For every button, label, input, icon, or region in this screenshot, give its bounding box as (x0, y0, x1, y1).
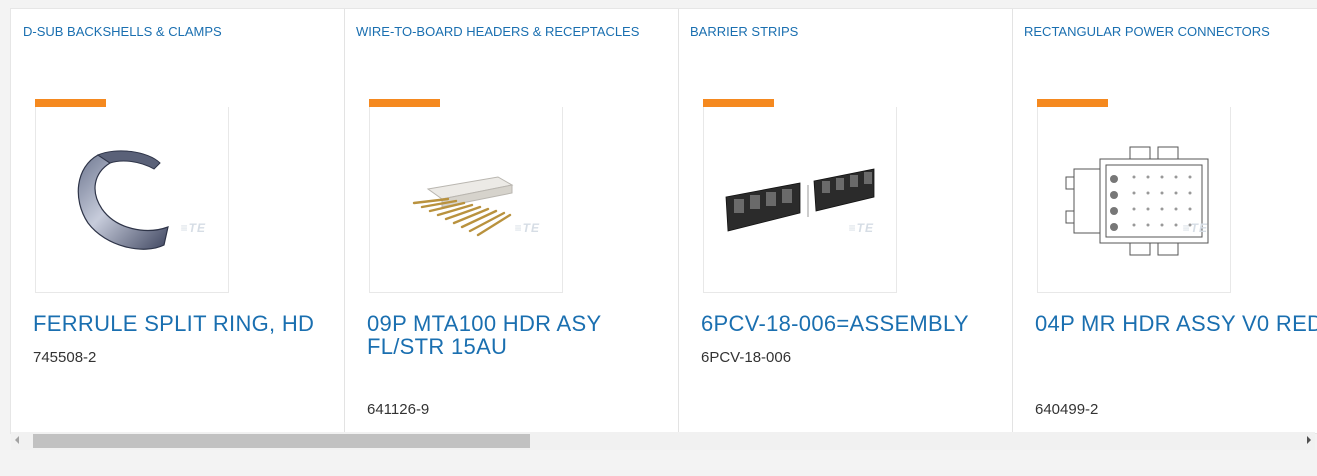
product-card[interactable]: WIRE-TO-BOARD HEADERS & RECEPTACLES ≡TE … (345, 9, 679, 433)
product-title-link[interactable]: FERRULE SPLIT RING, HD (33, 312, 343, 335)
accent-bar (703, 99, 774, 107)
product-image[interactable]: ≡TE (35, 107, 229, 293)
te-logo-watermark: ≡TE (180, 221, 206, 235)
part-number: 6PCV-18-006 (701, 349, 792, 366)
category-link[interactable]: RECTANGULAR POWER CONNECTORS (1024, 25, 1317, 39)
category-link[interactable]: WIRE-TO-BOARD HEADERS & RECEPTACLES (356, 25, 656, 39)
horizontal-scrollbar[interactable] (11, 432, 1315, 450)
product-image[interactable]: ≡TE (369, 107, 563, 293)
product-card[interactable]: BARRIER STRIPS ≡TE 6PCV-18-006=ASSEMBLY … (679, 9, 1013, 433)
accent-bar (369, 99, 440, 107)
product-image[interactable]: ≡TE (703, 107, 897, 293)
part-number: 640499-2 (1035, 401, 1099, 418)
scrollbar-thumb[interactable] (33, 434, 530, 448)
product-card[interactable]: D-SUB BACKSHELLS & CLAMPS ≡TE FERRULE SP… (11, 9, 345, 433)
product-title-link[interactable]: 6PCV-18-006=ASSEMBLY (701, 312, 1011, 335)
category-link[interactable]: D-SUB BACKSHELLS & CLAMPS (23, 25, 323, 39)
product-title-link[interactable]: 04P MR HDR ASSY V0 RED (1035, 312, 1317, 335)
accent-bar (1037, 99, 1108, 107)
barrier-strip-image (725, 168, 875, 232)
te-logo-watermark: ≡TE (1182, 221, 1208, 235)
product-image[interactable]: ≡TE (1037, 107, 1231, 293)
accent-bar (35, 99, 106, 107)
product-title-link[interactable]: 09P MTA100 HDR ASY FL/STR 15AU (367, 312, 677, 358)
power-connector-image (1065, 146, 1209, 256)
part-number: 745508-2 (33, 349, 97, 366)
part-number: 641126-9 (367, 401, 430, 418)
pin-header-image (412, 176, 514, 237)
ferrule-ring-image (77, 150, 169, 250)
category-link[interactable]: BARRIER STRIPS (690, 25, 990, 39)
te-logo-watermark: ≡TE (848, 221, 874, 235)
scroll-left-icon[interactable] (15, 436, 19, 444)
te-logo-watermark: ≡TE (514, 221, 540, 235)
product-carousel: D-SUB BACKSHELLS & CLAMPS ≡TE FERRULE SP… (10, 8, 1317, 434)
product-card[interactable]: RECTANGULAR POWER CONNECTORS ≡TE 04P MR … (1013, 9, 1317, 433)
scroll-right-icon[interactable] (1307, 436, 1311, 444)
